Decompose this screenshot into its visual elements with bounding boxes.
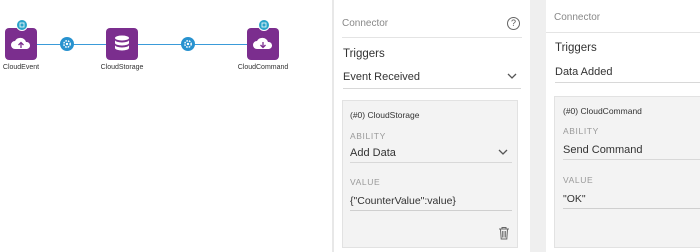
flow-node-cloudevent[interactable]: CloudEvent	[0, 19, 42, 71]
ability-select[interactable]: Add Data	[350, 147, 512, 163]
action-card: (#0) CloudStorage ABILITY Add Data VALUE…	[342, 100, 518, 248]
node-badge-icon	[258, 19, 270, 31]
ability-select[interactable]: Send Command	[563, 144, 700, 160]
node-badge-icon	[16, 19, 28, 31]
connector-panel-2: Connector Triggers Data Added (#0) Cloud…	[546, 0, 700, 252]
triggers-label: Triggers	[343, 48, 385, 60]
panel-header: Connector ?	[342, 14, 522, 38]
panel-header-divider	[546, 32, 700, 33]
card-title: (#0) CloudStorage	[350, 110, 420, 120]
chevron-down-icon	[498, 147, 508, 160]
value-label: VALUE	[350, 177, 381, 187]
chevron-down-icon	[507, 71, 517, 84]
trigger-select-value: Data Added	[555, 66, 613, 78]
node-label: CloudCommand	[237, 64, 289, 71]
node-label: CloudEvent	[2, 64, 40, 71]
action-card: (#0) CloudCommand ABILITY Send Command V…	[554, 96, 700, 248]
triggers-label: Triggers	[555, 42, 597, 54]
connector-gear-icon[interactable]	[181, 37, 195, 51]
trigger-select[interactable]: Event Received	[343, 71, 521, 89]
value-input[interactable]: "OK"	[563, 193, 700, 209]
help-icon[interactable]: ?	[507, 17, 520, 30]
cloud-download-icon	[247, 19, 279, 60]
trash-icon[interactable]	[498, 226, 510, 245]
ability-select-value: Add Data	[350, 147, 396, 159]
panel-title: Connector	[554, 12, 601, 23]
card-title: (#0) CloudCommand	[563, 106, 642, 116]
flow-node-cloudstorage[interactable]: CloudStorage	[96, 28, 148, 71]
connector-gear-icon[interactable]	[60, 37, 74, 51]
node-label: CloudStorage	[100, 64, 144, 71]
database-icon	[106, 28, 138, 60]
flow-node-cloudcommand[interactable]: CloudCommand	[236, 19, 290, 71]
value-input[interactable]: {"CounterValue":value}	[350, 195, 512, 211]
panel-divider	[530, 0, 546, 252]
trigger-select-value: Event Received	[343, 71, 421, 83]
ability-label: ABILITY	[350, 131, 386, 141]
trigger-select[interactable]: Data Added	[555, 66, 700, 83]
ability-label: ABILITY	[563, 126, 599, 136]
cloud-upload-icon	[5, 19, 37, 60]
connector-panel-1: Connector ? Triggers Event Received (#0)…	[334, 0, 530, 252]
flow-canvas[interactable]: CloudEvent CloudStorage CloudCommand	[0, 0, 332, 252]
canvas-grid-line	[0, 96, 330, 97]
ability-select-value: Send Command	[563, 144, 643, 156]
panel-title: Connector	[342, 18, 389, 29]
value-label: VALUE	[563, 175, 594, 185]
